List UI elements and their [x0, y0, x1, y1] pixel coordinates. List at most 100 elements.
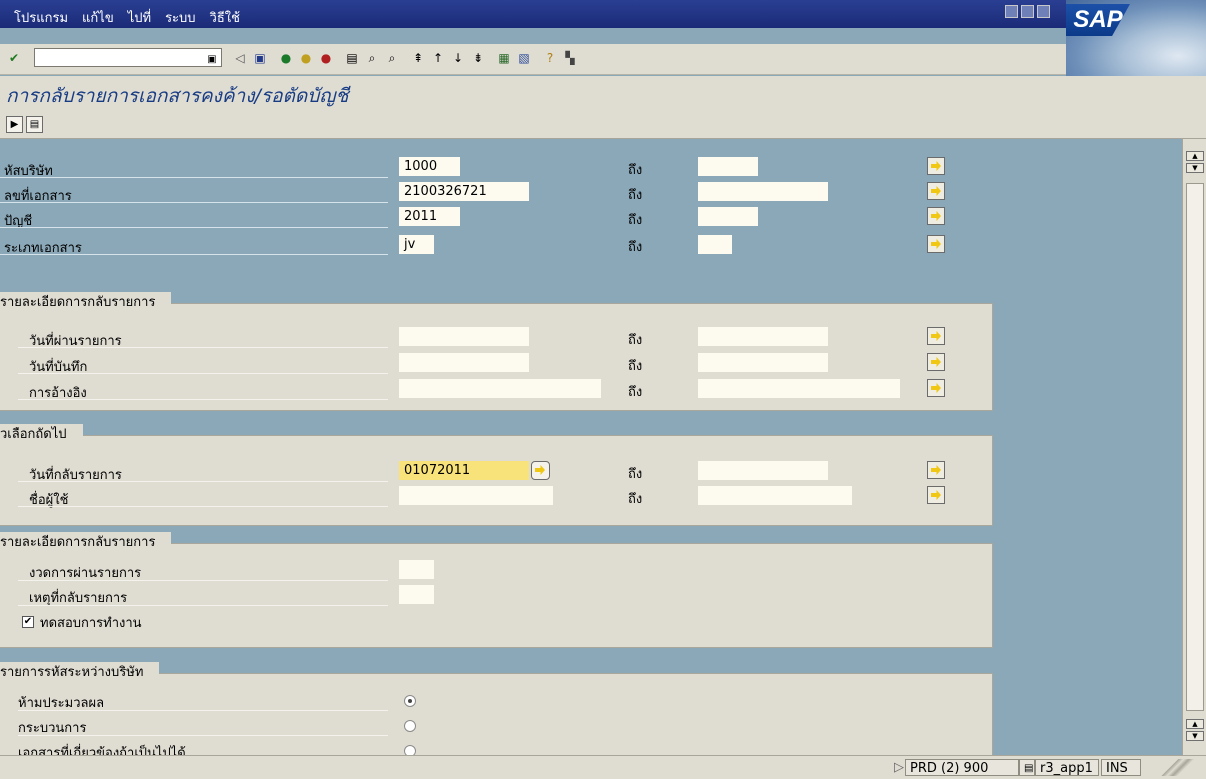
- page-title: การกลับรายการเอกสารคงค้าง/รอตัดบัญชี: [6, 85, 349, 107]
- status-mode: INS: [1101, 759, 1141, 776]
- shortcut-icon[interactable]: ▧: [516, 50, 532, 66]
- to-label: ถึง: [628, 213, 643, 228]
- menu-bar: โปรแกรม แก้ไข ไปที่ ระบบ วิธีใช้: [0, 0, 1206, 28]
- next-page-icon[interactable]: ↓: [450, 50, 466, 66]
- company-code-from[interactable]: 1000: [399, 157, 460, 176]
- row-underline: [0, 254, 388, 255]
- maximize-icon[interactable]: [1021, 5, 1034, 18]
- multiple-selection-icon[interactable]: [927, 157, 945, 175]
- last-page-icon[interactable]: ⇟: [470, 50, 486, 66]
- find-icon[interactable]: ⌕: [364, 50, 380, 66]
- layout-menu-icon[interactable]: ▚: [562, 50, 578, 66]
- row-underline: [18, 373, 388, 374]
- cancel-icon[interactable]: ●: [318, 50, 334, 66]
- menu-items: โปรแกรม แก้ไข ไปที่ ระบบ วิธีใช้: [14, 7, 240, 28]
- multiple-selection-icon[interactable]: [927, 353, 945, 371]
- scroll-down-icon[interactable]: ▼: [1186, 163, 1204, 173]
- enter-icon[interactable]: ✔: [6, 50, 22, 66]
- group-further-selections: ัวเลือกถัดไป วันที่กลับรายการ 01072011 ถ…: [0, 424, 993, 526]
- command-history-icon[interactable]: ▣: [204, 51, 220, 67]
- multiple-selection-icon[interactable]: [927, 327, 945, 345]
- calendar-help-icon[interactable]: [531, 461, 550, 480]
- row-underline: [0, 177, 388, 178]
- company-code-to[interactable]: [698, 157, 758, 176]
- do-not-process-radio[interactable]: [404, 695, 416, 707]
- scroll-up-icon[interactable]: ▲: [1186, 151, 1204, 161]
- status-bar: ▷ PRD (2) 900 ▤ r3_app1 INS: [0, 755, 1206, 779]
- row-underline: [18, 580, 388, 581]
- group-title: ัวเลือกถัดไป: [0, 424, 83, 446]
- multiple-selection-icon[interactable]: [927, 207, 945, 225]
- related-documents-label: เอกสารที่เกี่ยวข้องถ้าเป็นไปได้: [18, 746, 186, 755]
- previous-icon[interactable]: ◁: [232, 50, 248, 66]
- minimize-icon[interactable]: [1005, 5, 1018, 18]
- user-name-to[interactable]: [698, 486, 852, 505]
- fiscal-year-from[interactable]: 2011: [399, 207, 460, 226]
- command-field[interactable]: [34, 48, 222, 67]
- reference-to[interactable]: [698, 379, 900, 398]
- exit-icon[interactable]: ●: [298, 50, 314, 66]
- reversal-reason-field[interactable]: [399, 585, 434, 604]
- resize-grip[interactable]: [1148, 759, 1206, 776]
- sap-logo-badge: SAP: [1066, 4, 1130, 36]
- print-icon[interactable]: ▤: [344, 50, 360, 66]
- get-variant-icon[interactable]: ▤: [26, 116, 43, 133]
- test-run-checkbox[interactable]: ✔: [22, 616, 34, 628]
- previous-page-icon[interactable]: ↑: [430, 50, 446, 66]
- group-title: รายละเอียดการกลับรายการ: [0, 532, 172, 554]
- row-underline: [18, 481, 388, 482]
- menu-system[interactable]: ระบบ: [165, 7, 195, 28]
- scroll-thumb[interactable]: [1186, 183, 1204, 711]
- multiple-selection-icon[interactable]: [927, 235, 945, 253]
- row-underline: [0, 202, 388, 203]
- help-icon[interactable]: ?: [542, 50, 558, 66]
- close-icon[interactable]: [1037, 5, 1050, 18]
- menu-edit[interactable]: แก้ไข: [82, 7, 114, 28]
- create-session-icon[interactable]: ▦: [496, 50, 512, 66]
- to-label: ถึง: [628, 188, 643, 203]
- scroll-down-bottom-icon[interactable]: ▼: [1186, 731, 1204, 741]
- menu-goto[interactable]: ไปที่: [128, 7, 151, 28]
- to-label: ถึง: [628, 333, 643, 348]
- document-number-from[interactable]: 2100326721: [399, 182, 529, 201]
- save-icon[interactable]: ▣: [252, 50, 268, 66]
- menu-program[interactable]: โปรแกรม: [14, 7, 68, 28]
- user-name-from[interactable]: [399, 486, 553, 505]
- row-underline: [0, 227, 388, 228]
- status-server: r3_app1: [1035, 759, 1099, 776]
- posting-date-from[interactable]: [399, 327, 529, 346]
- group-reversal-details: รายละเอียดการกลับรายการ วันที่ผ่านรายการ…: [0, 292, 993, 411]
- document-number-to[interactable]: [698, 182, 828, 201]
- back-icon[interactable]: ●: [278, 50, 294, 66]
- find-next-icon[interactable]: ⌕: [384, 50, 400, 66]
- status-system: PRD (2) 900: [905, 759, 1019, 776]
- vertical-scrollbar[interactable]: ▲ ▼ ▲ ▼: [1182, 139, 1206, 755]
- reversal-date-field[interactable]: 01072011: [399, 461, 529, 480]
- multiple-selection-icon[interactable]: [927, 486, 945, 504]
- reversal-date-to[interactable]: [698, 461, 828, 480]
- application-toolbar: ▶ ▤: [0, 110, 1206, 139]
- status-info-icon[interactable]: ▤: [1019, 759, 1035, 776]
- entry-date-from[interactable]: [399, 353, 529, 372]
- multiple-selection-icon[interactable]: [927, 461, 945, 479]
- to-label: ถึง: [628, 240, 643, 255]
- multiple-selection-icon[interactable]: [927, 379, 945, 397]
- document-type-from[interactable]: jv: [399, 235, 434, 254]
- scroll-up-bottom-icon[interactable]: ▲: [1186, 719, 1204, 729]
- posting-period-field[interactable]: [399, 560, 434, 579]
- to-label: ถึง: [628, 163, 643, 178]
- group-reversal-details-2: รายละเอียดการกลับรายการ งวดการผ่านรายการ…: [0, 532, 993, 648]
- reference-from[interactable]: [399, 379, 601, 398]
- to-label: ถึง: [628, 385, 643, 400]
- posting-date-to[interactable]: [698, 327, 828, 346]
- fiscal-year-to[interactable]: [698, 207, 758, 226]
- process-radio[interactable]: [404, 720, 416, 732]
- related-documents-radio[interactable]: [404, 745, 416, 755]
- multiple-selection-icon[interactable]: [927, 182, 945, 200]
- entry-date-to[interactable]: [698, 353, 828, 372]
- menu-help[interactable]: วิธีใช้: [210, 7, 240, 28]
- execute-icon[interactable]: ▶: [6, 116, 23, 133]
- row-underline: [18, 347, 388, 348]
- document-type-to[interactable]: [698, 235, 732, 254]
- first-page-icon[interactable]: ⇞: [410, 50, 426, 66]
